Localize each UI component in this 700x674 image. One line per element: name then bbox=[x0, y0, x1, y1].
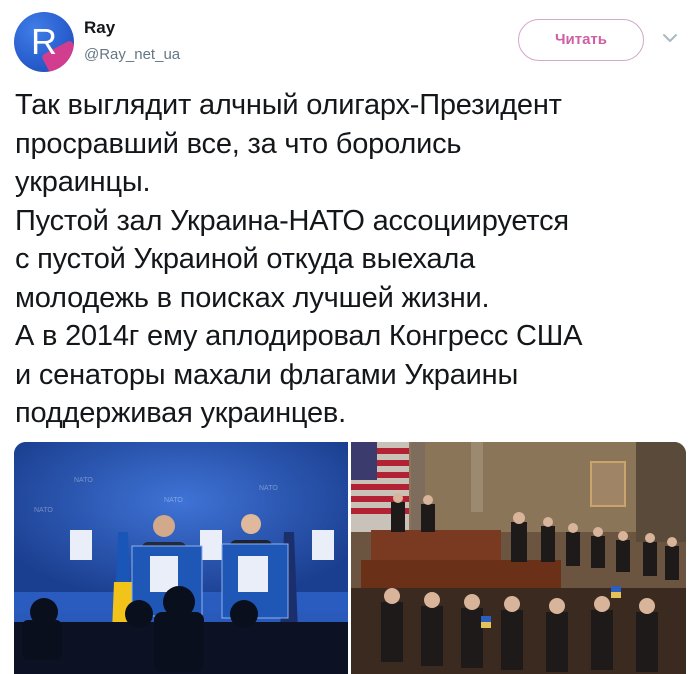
speaker-left-head bbox=[153, 515, 175, 537]
podium-left-logo bbox=[150, 556, 178, 592]
nato-logo-sign bbox=[70, 530, 92, 560]
podium-right-logo bbox=[238, 556, 268, 592]
nato-logo-sign bbox=[312, 530, 334, 560]
nato-press-conference-image: NATO NATO NATO NATO bbox=[14, 442, 348, 674]
wall-painting bbox=[590, 461, 626, 507]
user-handle[interactable]: @Ray_net_ua bbox=[84, 46, 180, 63]
rostrum-lower bbox=[361, 560, 561, 588]
backdrop-label: NATO bbox=[259, 485, 278, 492]
audience-head bbox=[125, 600, 153, 628]
tweet-media[interactable]: NATO NATO NATO NATO bbox=[14, 442, 686, 674]
backdrop-label: NATO bbox=[74, 477, 93, 484]
camera-operator bbox=[22, 620, 62, 660]
speaker-right-head bbox=[241, 514, 261, 534]
photographer bbox=[154, 612, 204, 672]
follow-button[interactable]: Читать bbox=[518, 19, 644, 61]
tweet-text: Так выглядит алчный олигарх-Президент пр… bbox=[15, 89, 583, 429]
photo-us-congress[interactable] bbox=[351, 442, 686, 674]
nato-logo-sign bbox=[200, 530, 222, 560]
backdrop-label: NATO bbox=[34, 507, 53, 514]
side-wall bbox=[636, 442, 686, 542]
audience-head bbox=[230, 600, 258, 628]
speaker-rostrum bbox=[371, 530, 501, 560]
us-congress-image bbox=[351, 442, 686, 674]
backdrop-label: NATO bbox=[164, 497, 183, 504]
avatar[interactable]: R bbox=[14, 12, 74, 72]
display-name[interactable]: Ray bbox=[84, 18, 115, 38]
photo-nato-press-conference[interactable]: NATO NATO NATO NATO bbox=[14, 442, 348, 674]
column bbox=[471, 442, 483, 512]
tweet-header: R Ray @Ray_net_ua Читать bbox=[0, 0, 700, 84]
chevron-down-icon[interactable] bbox=[662, 32, 678, 44]
avatar-letter: R bbox=[31, 21, 57, 62]
